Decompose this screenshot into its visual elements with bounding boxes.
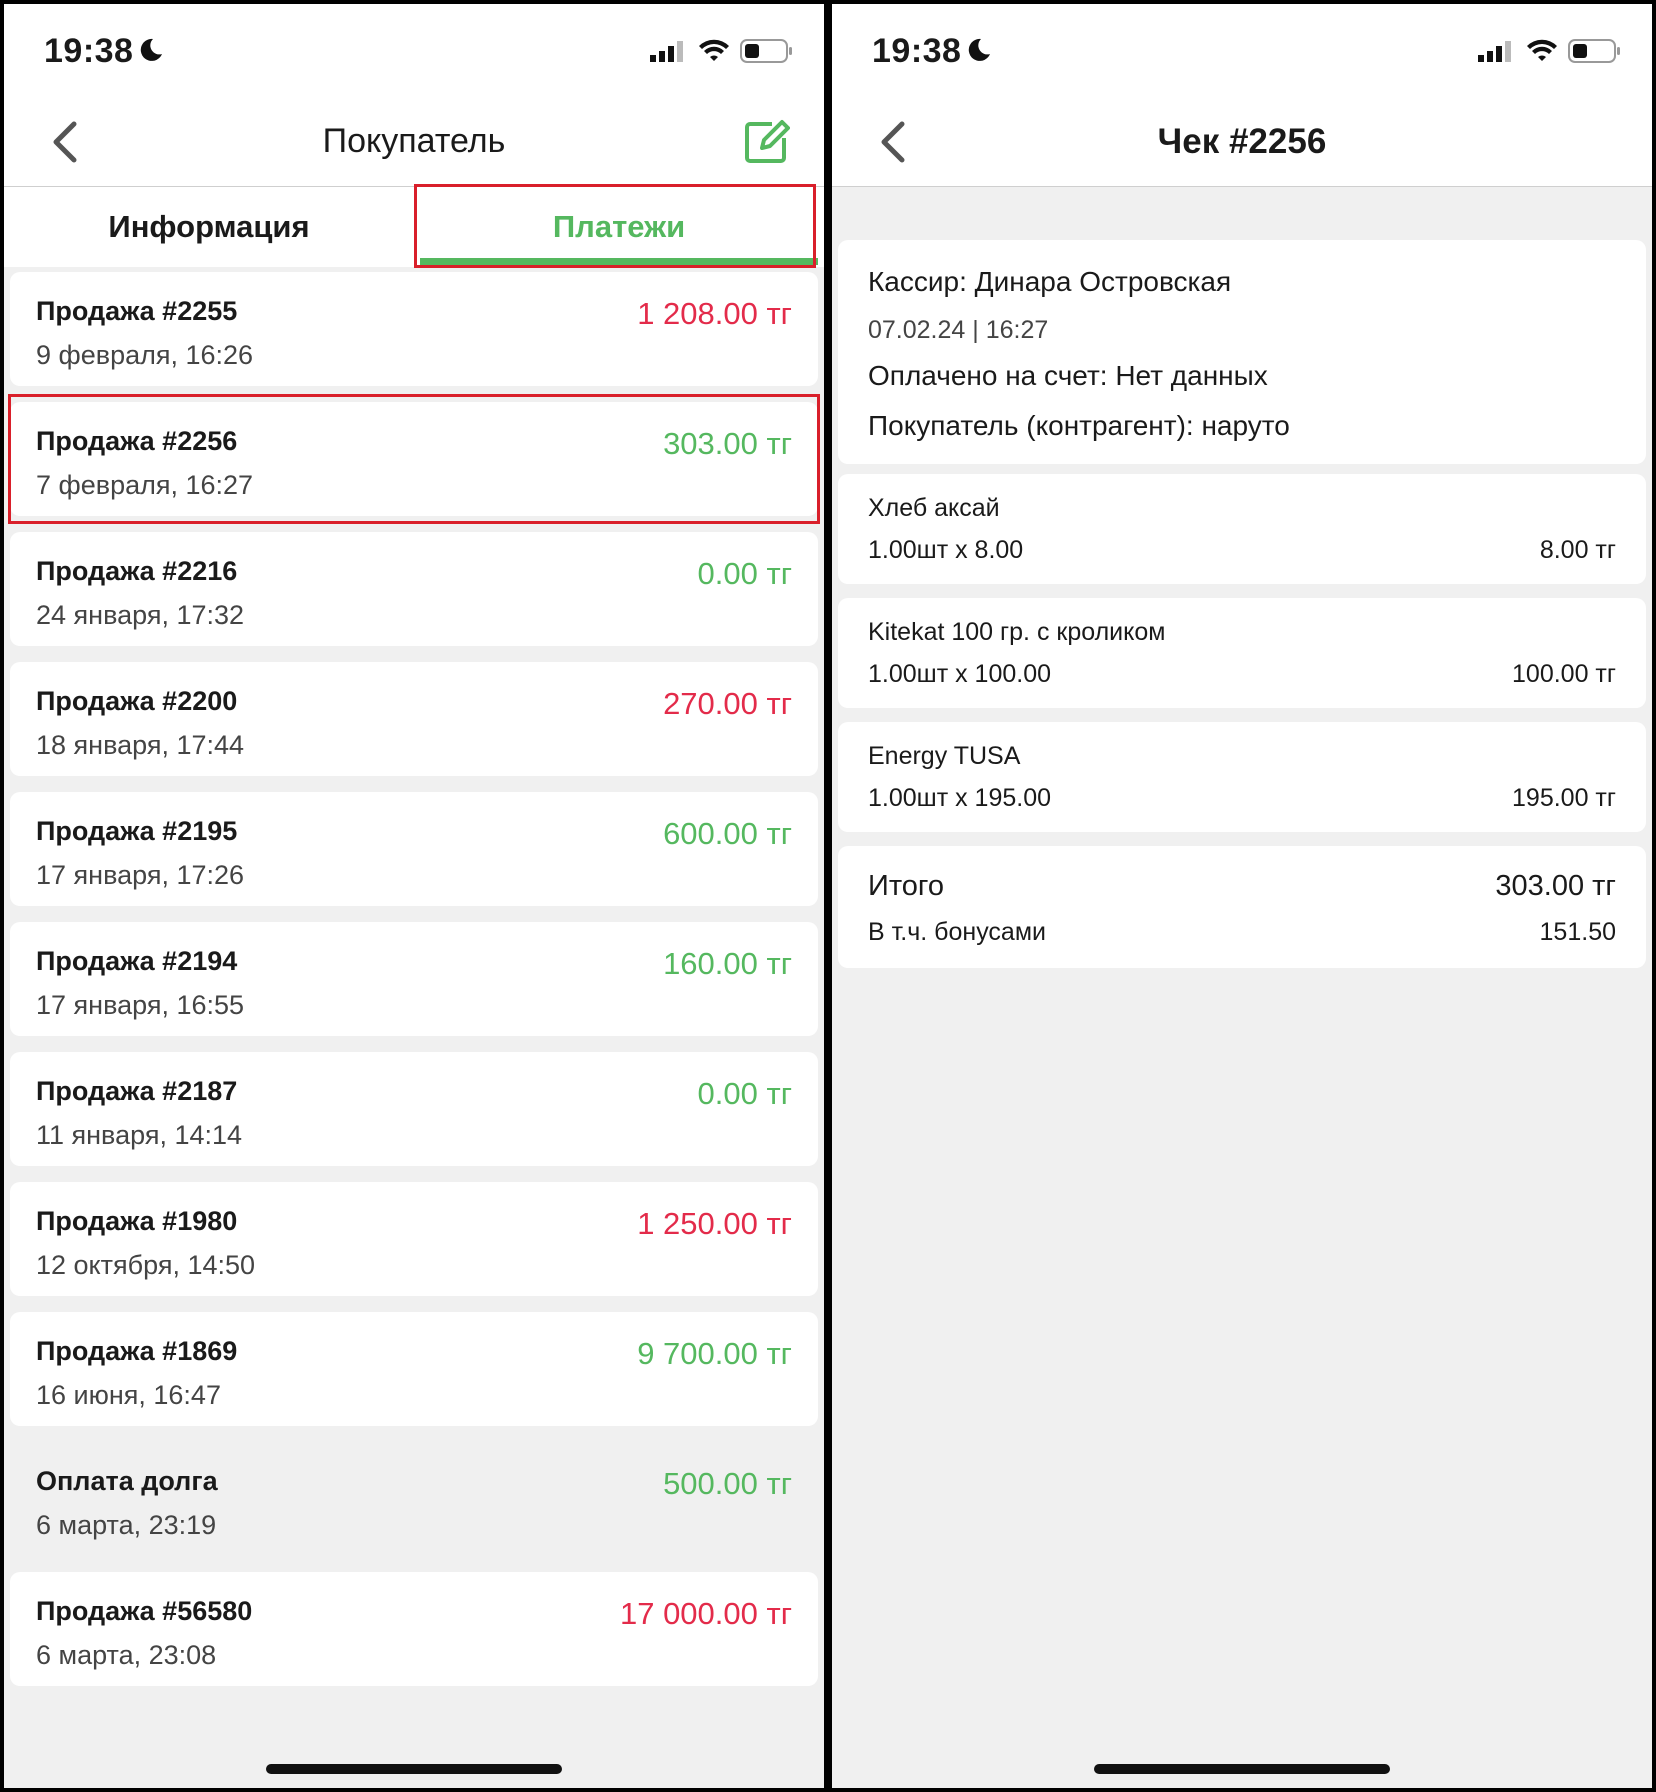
item-quantity: 1.00шт x 195.00 xyxy=(868,784,1052,812)
payment-amount: 17 000.00 тг xyxy=(619,1596,792,1631)
battery-icon xyxy=(1568,39,1620,63)
paid-to-text: Оплачено на счет: Нет данных xyxy=(868,360,1268,391)
home-indicator xyxy=(1094,1764,1390,1774)
buyer-text: Покупатель (контрагент): наруто xyxy=(868,410,1290,441)
item-price: 8.00 тг xyxy=(1539,536,1616,564)
moon-icon xyxy=(140,38,162,61)
item-name: Хлеб аксай xyxy=(868,494,1000,522)
payment-item[interactable]: Продажа #1869 16 июня, 16:47 9 700.00 тг xyxy=(10,1312,818,1426)
tab-bar: Информация Платежи xyxy=(4,187,824,267)
bonus-label: В т.ч. бонусами xyxy=(868,918,1046,946)
cashier-text: Кассир: Динара Островская xyxy=(868,266,1232,297)
payment-date: 6 марта, 23:08 xyxy=(36,1640,217,1670)
payment-date: 17 января, 16:55 xyxy=(36,990,245,1020)
home-indicator xyxy=(266,1764,562,1774)
total-value: 303.00 тг xyxy=(1495,870,1616,902)
receipt-total-card: Итого 303.00 тг В т.ч. бонусами 151.50 xyxy=(838,846,1646,968)
payments-list: Продажа #2255 9 февраля, 16:26 1 208.00 тг… xyxy=(8,272,820,1702)
item-quantity: 1.00шт x 8.00 xyxy=(868,536,1024,564)
receipt-screen: 19:38 Чек #2256 Кассир: Динара Островска… xyxy=(832,4,1652,1788)
status-bar: 19:38 xyxy=(4,4,824,96)
payment-date: 16 июня, 16:47 xyxy=(36,1380,221,1410)
payment-title: Продажа #1980 xyxy=(36,1206,238,1236)
payment-item[interactable]: Продажа #2195 17 января, 17:26 600.00 тг xyxy=(10,792,818,906)
signal-icon xyxy=(1478,41,1511,62)
payment-date: 17 января, 17:26 xyxy=(36,860,245,890)
payment-item[interactable]: Продажа #2194 17 января, 16:55 160.00 тг xyxy=(10,922,818,1036)
item-quantity: 1.00шт x 100.00 xyxy=(868,660,1052,688)
payment-amount: 1 208.00 тг xyxy=(637,296,792,331)
payment-date: 9 февраля, 16:26 xyxy=(36,340,254,370)
edit-icon[interactable] xyxy=(742,116,790,166)
payment-title: Продажа #2255 xyxy=(36,296,238,326)
nav-bar: Чек #2256 xyxy=(832,96,1652,187)
payment-title: Продажа #1869 xyxy=(36,1336,238,1366)
page-title: Покупатель xyxy=(322,122,506,160)
payment-title: Продажа #56580 xyxy=(36,1596,253,1626)
signal-icon xyxy=(650,41,683,62)
status-time: 19:38 xyxy=(872,32,962,70)
payment-amount: 500.00 тг xyxy=(663,1466,792,1501)
payment-title: Продажа #2256 xyxy=(36,426,238,456)
payment-amount: 0.00 тг xyxy=(697,1076,792,1111)
payment-title: Продажа #2200 xyxy=(36,686,238,716)
payment-amount: 160.00 тг xyxy=(663,946,792,981)
tab-payments[interactable]: Платежи xyxy=(414,187,824,267)
payment-item[interactable]: Продажа #1980 12 октября, 14:50 1 250.00 т… xyxy=(10,1182,818,1296)
page-title: Чек #2256 xyxy=(1157,122,1327,161)
payment-amount: 0.00 тг xyxy=(697,556,792,591)
payment-date: 7 февраля, 16:27 xyxy=(36,470,254,500)
payment-title: Продажа #2187 xyxy=(36,1076,238,1106)
item-price: 195.00 тг xyxy=(1512,784,1616,812)
payment-amount: 270.00 тг xyxy=(663,686,792,721)
receipt-item: Kitekat 100 гр. с кроликом 1.00шт x 100.… xyxy=(838,598,1646,708)
payment-item[interactable]: Оплата долга 6 марта, 23:19 500.00 тг xyxy=(10,1442,818,1556)
receipt-header-card: Кассир: Динара Островская 07.02.24 | 16:… xyxy=(838,240,1646,464)
item-name: Energy TUSA xyxy=(868,742,1021,770)
payment-date: 6 марта, 23:19 xyxy=(36,1510,217,1540)
total-label: Итого xyxy=(868,870,944,902)
receipt-item: Energy TUSA 1.00шт x 195.00 195.00 тг xyxy=(838,722,1646,832)
moon-icon xyxy=(968,38,990,61)
item-price: 100.00 тг xyxy=(1512,660,1616,688)
payment-item[interactable]: Продажа #2216 24 января, 17:32 0.00 тг xyxy=(10,532,818,646)
tab-information[interactable]: Информация xyxy=(4,187,414,267)
wifi-icon xyxy=(1527,39,1557,61)
battery-icon xyxy=(740,39,792,63)
receipt-datetime: 07.02.24 | 16:27 xyxy=(868,316,1049,344)
payment-item[interactable]: Продажа #56580 6 марта, 23:08 17 000.00 тг xyxy=(10,1572,818,1686)
payment-item[interactable]: Продажа #2187 11 января, 14:14 0.00 тг xyxy=(10,1052,818,1166)
payment-title: Продажа #2195 xyxy=(36,816,238,846)
payment-date: 24 января, 17:32 xyxy=(36,600,245,630)
customer-screen: 19:38 Покупатель Информация Платежи Прод… xyxy=(4,4,824,1788)
payment-date: 11 января, 14:14 xyxy=(36,1120,243,1150)
status-time: 19:38 xyxy=(44,32,134,70)
payment-date: 12 октября, 14:50 xyxy=(36,1250,256,1280)
nav-bar: Покупатель xyxy=(4,96,824,187)
status-bar: 19:38 xyxy=(832,4,1652,96)
item-name: Kitekat 100 гр. с кроликом xyxy=(868,618,1166,646)
bonus-value: 151.50 xyxy=(1539,918,1616,946)
payment-title: Продажа #2194 xyxy=(36,946,238,976)
payment-amount: 1 250.00 тг xyxy=(637,1206,792,1241)
payment-title: Оплата долга xyxy=(36,1466,218,1496)
payment-item[interactable]: Продажа #2255 9 февраля, 16:26 1 208.00 тг xyxy=(10,272,818,386)
payment-title: Продажа #2216 xyxy=(36,556,238,586)
payment-date: 18 января, 17:44 xyxy=(36,730,245,760)
payment-item[interactable]: Продажа #2200 18 января, 17:44 270.00 тг xyxy=(10,662,818,776)
payment-amount: 303.00 тг xyxy=(663,426,792,461)
payment-item[interactable]: Продажа #2256 7 февраля, 16:27 303.00 тг xyxy=(8,394,820,524)
wifi-icon xyxy=(699,39,729,61)
receipt-item: Хлеб аксай 1.00шт x 8.00 8.00 тг xyxy=(838,474,1646,584)
payment-amount: 9 700.00 тг xyxy=(637,1336,792,1371)
payment-amount: 600.00 тг xyxy=(663,816,792,851)
